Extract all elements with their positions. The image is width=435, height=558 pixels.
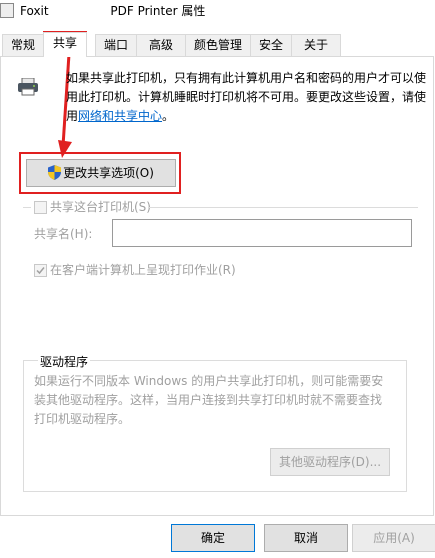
printer-icon (18, 78, 38, 96)
title-bar: Foxit PDF Printer 属性 (0, 0, 435, 22)
drivers-description: 如果运行不同版本 Windows 的用户共享此打印机，则可能需要安 装其他驱动程… (34, 372, 396, 429)
sharing-info-text: 如果共享此打印机，只有拥有此计算机用户名和密码的用户才可以使 用此打印机。计算机… (66, 69, 426, 126)
cancel-button[interactable]: 取消 (264, 524, 348, 552)
share-name-input[interactable] (112, 219, 412, 247)
printer-window-icon (0, 3, 14, 18)
tab-general[interactable]: 常规 (2, 34, 44, 56)
additional-drivers-button[interactable]: 其他驱动程序(D)... (270, 448, 390, 476)
share-name-label: 共享名(H): (34, 227, 93, 241)
info-link-prefix: 用 (66, 109, 79, 123)
tab-about[interactable]: 关于 (291, 34, 341, 56)
info-line-2: 用此打印机。计算机睡眠时打印机将不可用。要更改这些设置，请使 (66, 90, 427, 104)
share-printer-checkbox[interactable] (34, 201, 47, 214)
drivers-line-2: 装其他驱动程序。这样，当用户连接到共享打印机时就不需要查找 (34, 393, 383, 407)
network-sharing-center-link[interactable]: 网络和共享中心 (78, 109, 162, 123)
info-line-1: 如果共享此打印机，只有拥有此计算机用户名和密码的用户才可以使 (66, 71, 427, 85)
tab-sharing[interactable]: 共享 (43, 32, 87, 57)
tab-advanced[interactable]: 高级 (136, 34, 186, 56)
tab-color-management[interactable]: 颜色管理 (185, 34, 251, 56)
button-highlight-box (19, 152, 181, 194)
checkmark-icon (36, 267, 45, 275)
render-on-client-label: 在客户端计算机上呈现打印作业(R) (50, 263, 236, 277)
apply-button[interactable]: 应用(A) (352, 524, 435, 552)
ok-button[interactable]: 确定 (171, 524, 255, 552)
drivers-group-title: 驱动程序 (38, 353, 91, 370)
sharing-group-line-right (148, 207, 418, 208)
render-on-client-checkbox[interactable] (34, 264, 47, 277)
window-title: Foxit PDF Printer 属性 (20, 4, 206, 18)
drivers-line-3: 打印机驱动程序。 (34, 412, 131, 426)
drivers-line-1: 如果运行不同版本 Windows 的用户共享此打印机，则可能需要安 (34, 374, 384, 388)
sharing-group-line-left (23, 207, 31, 208)
tab-security[interactable]: 安全 (250, 34, 292, 56)
info-link-suffix: 。 (162, 109, 175, 123)
tab-ports[interactable]: 端口 (95, 34, 137, 56)
share-printer-label: 共享这台打印机(S) (50, 200, 151, 214)
